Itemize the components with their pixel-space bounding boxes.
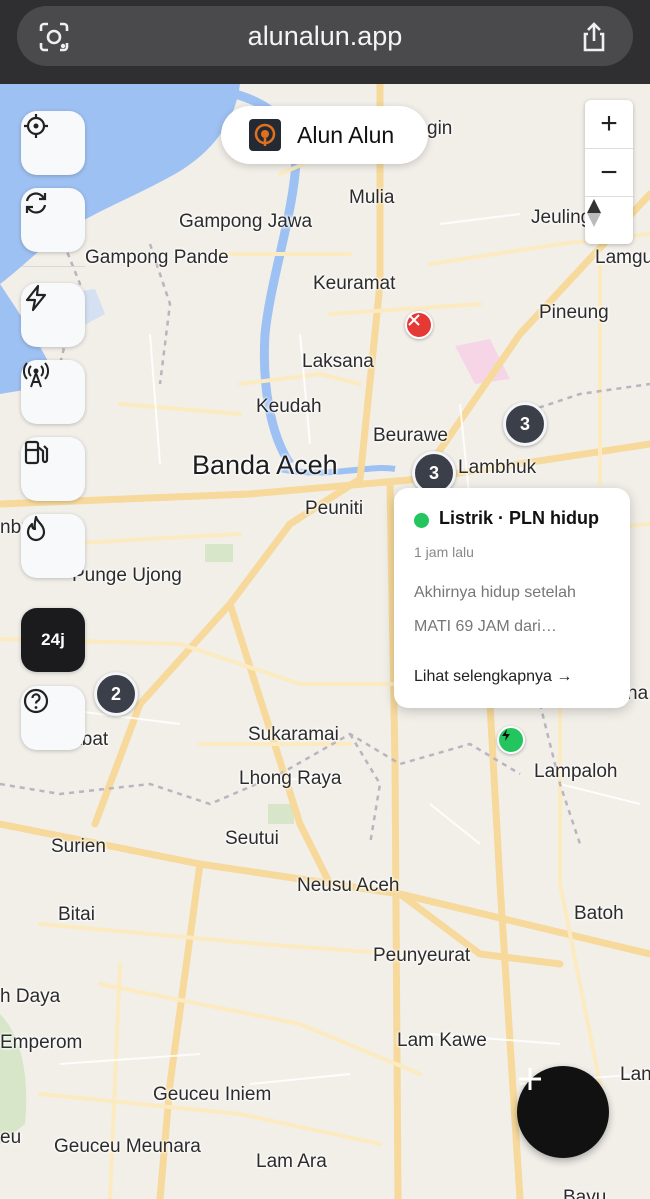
alun-alun-logo: [249, 119, 281, 151]
place-label: Beurawe: [373, 425, 448, 446]
url-text[interactable]: alunalun.app: [17, 6, 633, 66]
refresh-icon: [25, 192, 47, 214]
help-button[interactable]: [21, 686, 85, 750]
lightning-icon: [502, 729, 510, 741]
filter-fuel-button[interactable]: [21, 437, 85, 501]
signal-tower-icon: [23, 362, 49, 388]
city-label: Banda Aceh: [192, 450, 338, 480]
place-label: Lhong Raya: [239, 768, 342, 789]
map-canvas[interactable]: gin Mulia Gampong Jawa Jeuling Gampong P…: [0, 84, 650, 1199]
status-dot: [414, 513, 429, 528]
place-label: Punge Ujong: [72, 565, 182, 586]
place-label: Keudah: [256, 396, 322, 417]
time-filter-button[interactable]: 24j: [21, 608, 85, 672]
filter-signal-button[interactable]: [21, 360, 85, 424]
place-label: Bitai: [58, 904, 95, 925]
compass-icon: [587, 199, 601, 227]
place-label: Lamgu: [595, 247, 650, 268]
place-label: Seutui: [225, 828, 279, 849]
browser-toolbar: alunalun.app: [0, 0, 650, 84]
share-icon[interactable]: [577, 20, 611, 54]
address-bar[interactable]: alunalun.app: [17, 6, 633, 66]
place-label: Gampong Pande: [85, 247, 229, 268]
place-label: Jeuling: [531, 207, 592, 228]
filter-fire-button[interactable]: [21, 514, 85, 578]
place-label: na: [627, 683, 649, 704]
place-label: Laksana: [302, 351, 374, 372]
cluster-marker[interactable]: 2: [94, 672, 138, 716]
brand-name: Alun Alun: [297, 122, 395, 148]
place-label: Bayu: [563, 1187, 607, 1199]
place-label: Mulia: [349, 187, 395, 208]
control-divider: [21, 266, 85, 267]
zoom-control: + −: [585, 100, 633, 244]
place-label: Keuramat: [313, 273, 396, 294]
cluster-marker[interactable]: 3: [503, 402, 547, 446]
filter-electricity-button[interactable]: [21, 283, 85, 347]
zoom-out-button[interactable]: −: [585, 149, 633, 197]
place-label: Peuniti: [305, 498, 364, 519]
place-label: eu: [0, 1127, 22, 1148]
see-more-link[interactable]: Lihat selengkapnya →: [414, 668, 572, 686]
place-label: Batoh: [574, 903, 624, 924]
place-label: Lam Kawe: [397, 1030, 487, 1051]
fork-knife-icon: [408, 314, 420, 326]
place-label: Sukaramai: [248, 724, 339, 745]
place-label: Lan: [620, 1064, 650, 1085]
place-label: Lambhuk: [458, 457, 537, 478]
compass-button[interactable]: [585, 197, 633, 245]
report-popup[interactable]: Listrik · PLN hidup 1 jam lalu Akhirnya …: [394, 488, 630, 708]
popup-title: Listrik · PLN hidup: [439, 508, 599, 528]
locate-button[interactable]: [21, 111, 85, 175]
place-label: gin: [427, 118, 453, 139]
add-report-button[interactable]: [517, 1066, 609, 1158]
place-label: Surien: [51, 836, 106, 857]
brand-pill[interactable]: Alun Alun: [221, 106, 428, 164]
zoom-in-button[interactable]: +: [585, 100, 633, 148]
place-label: Geuceu Meunara: [54, 1136, 201, 1157]
plus-icon: [519, 1068, 541, 1090]
fuel-pump-icon: [24, 440, 49, 465]
place-label: Pineung: [539, 302, 609, 323]
place-label: Peunyeurat: [373, 945, 471, 966]
refresh-button[interactable]: [21, 188, 85, 252]
place-label: h Daya: [0, 986, 61, 1007]
popup-time: 1 jam lalu: [414, 544, 474, 560]
crosshair-icon: [24, 114, 48, 138]
popup-body: Akhirnya hidup setelah MATI 69 JAM dari…: [414, 584, 576, 635]
place-label: Emperom: [0, 1032, 83, 1053]
question-icon: [23, 688, 49, 714]
electricity-pin[interactable]: [497, 726, 525, 754]
place-label: Lampaloh: [534, 761, 618, 782]
flame-icon: [26, 515, 46, 542]
place-label: Neusu Aceh: [297, 875, 400, 896]
place-label: Geuceu Iniem: [153, 1084, 272, 1105]
place-label: Gampong Jawa: [179, 211, 313, 232]
place-label: Lam Ara: [256, 1151, 327, 1172]
lightning-icon: [25, 284, 47, 312]
restaurant-pin[interactable]: [405, 311, 433, 339]
